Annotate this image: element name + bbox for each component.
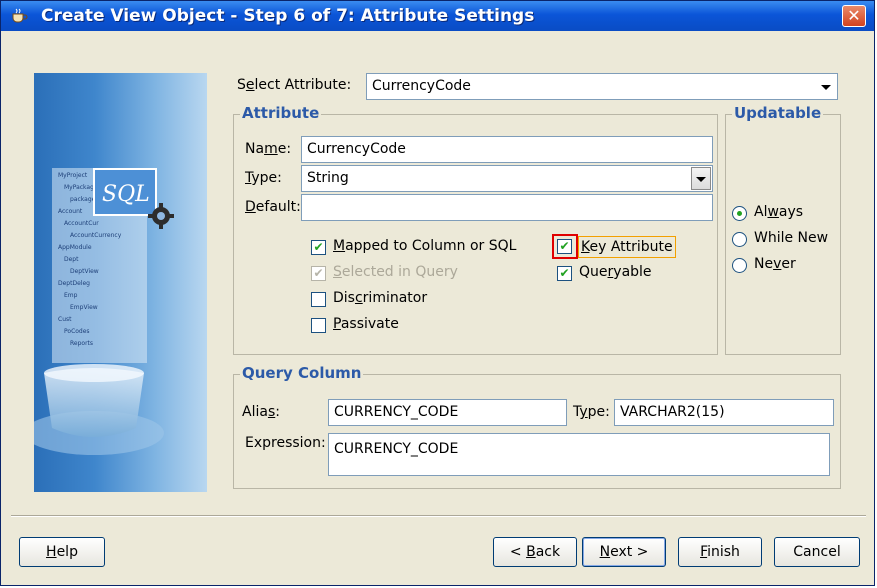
tree-item: DeptDeleg (58, 280, 90, 287)
discriminator-label: Discriminator (333, 290, 428, 306)
checkmark-icon: ✔ (313, 266, 324, 280)
select-attribute-dropdown[interactable]: CurrencyCode (366, 73, 838, 100)
checkmark-icon: ✔ (559, 266, 570, 280)
sql-label: SQL (102, 182, 150, 207)
type-value: String (307, 170, 349, 186)
tree-item: EmpView (70, 304, 98, 311)
alias-label: Alias: (242, 404, 280, 420)
type-dropdown-arrow[interactable] (691, 167, 711, 190)
expression-field[interactable]: CURRENCY_CODE (328, 433, 830, 476)
next-button[interactable]: Next > (582, 537, 666, 567)
title-bar[interactable]: Create View Object - Step 6 of 7: Attrib… (1, 1, 874, 31)
wizard-illustration: MyProject MyPackage package Account AccountC… (34, 168, 174, 455)
chevron-down-icon (696, 176, 706, 182)
key-attribute-checkbox[interactable]: ✔ (557, 239, 572, 254)
select-attribute-arrow[interactable] (816, 75, 836, 98)
attribute-group-title: Attribute (240, 104, 322, 122)
never-radio[interactable] (732, 258, 747, 273)
query-type-label: Type: (573, 404, 610, 420)
help-button[interactable]: Help (19, 537, 105, 567)
mapped-checkbox[interactable]: ✔ (311, 240, 326, 255)
finish-button[interactable]: Finish (678, 537, 762, 567)
tree-item: Cust (58, 316, 72, 323)
type-label: Type: (245, 170, 282, 186)
close-icon: ✕ (847, 6, 861, 25)
button-separator (11, 515, 866, 517)
default-field[interactable] (301, 194, 713, 221)
name-field[interactable]: CurrencyCode (301, 136, 713, 163)
tree-item: MyProject (58, 172, 88, 179)
type-dropdown[interactable]: String (301, 165, 713, 192)
dialog-window: Create View Object - Step 6 of 7: Attrib… (0, 0, 875, 586)
select-attribute-label: Select Attribute: (237, 77, 352, 93)
wizard-side-image: MyProject MyPackage package Account AccountC… (34, 73, 207, 492)
chevron-down-icon (821, 84, 831, 90)
checkmark-icon: ✔ (559, 239, 570, 253)
never-label: Never (754, 256, 796, 272)
tree-item: Emp (64, 292, 78, 299)
always-label: Always (754, 204, 804, 220)
while-new-radio[interactable] (732, 232, 747, 247)
tree-item: AccountCur (64, 220, 99, 227)
passivate-label: Passivate (333, 316, 399, 332)
queryable-checkbox[interactable]: ✔ (557, 266, 572, 281)
coffee-cup-icon (12, 8, 28, 23)
tree-item: AppModule (58, 244, 92, 251)
tree-item: Reports (70, 340, 93, 347)
passivate-checkbox[interactable] (311, 318, 326, 333)
tree-item: MyPackage (64, 184, 98, 191)
query-type-field[interactable]: VARCHAR2(15) (614, 399, 834, 426)
tree-item: DeptView (70, 268, 99, 275)
tree-item: PoCodes (64, 328, 90, 335)
tree-item: Dept (64, 256, 79, 263)
close-button[interactable]: ✕ (842, 5, 866, 27)
mapped-label: Mapped to Column or SQL (333, 238, 517, 254)
selected-in-query-checkbox: ✔ (311, 266, 326, 281)
radio-dot (737, 211, 742, 216)
queryable-label: Queryable (579, 264, 652, 280)
tree-item: Account (58, 208, 83, 215)
tree-item: AccountCurrency (70, 232, 122, 239)
selected-in-query-label: Selected in Query (333, 264, 458, 280)
alias-field[interactable]: CURRENCY_CODE (328, 399, 567, 426)
tree-item: package (70, 196, 96, 203)
query-column-group-title: Query Column (240, 364, 364, 382)
while-new-label: While New (754, 230, 829, 246)
select-attribute-value: CurrencyCode (372, 78, 471, 94)
cancel-button[interactable]: Cancel (774, 537, 860, 567)
checkmark-icon: ✔ (313, 240, 324, 254)
key-attribute-label: Key Attribute (578, 236, 676, 258)
name-label: Name: (245, 141, 292, 157)
back-button[interactable]: < Back (493, 537, 577, 567)
window-title: Create View Object - Step 6 of 7: Attrib… (41, 6, 535, 26)
updatable-group-title: Updatable (732, 104, 824, 122)
discriminator-checkbox[interactable] (311, 292, 326, 307)
default-label: Default: (245, 199, 301, 215)
always-radio[interactable] (732, 206, 747, 221)
expression-label: Expression: (245, 435, 326, 451)
